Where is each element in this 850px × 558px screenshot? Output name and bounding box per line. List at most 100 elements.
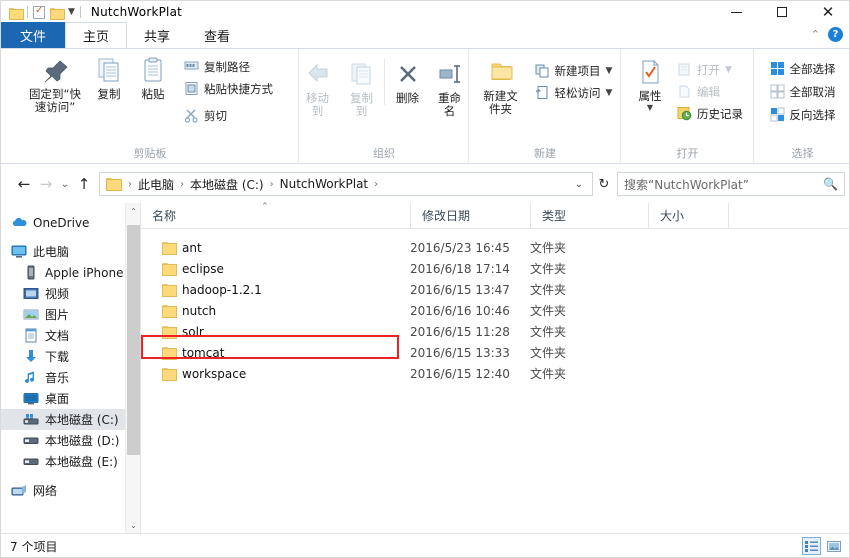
open-button[interactable]: 打开 ▼ bbox=[674, 60, 746, 79]
sidebar-item-apple-iphone[interactable]: Apple iPhone bbox=[1, 262, 140, 283]
minimize-button[interactable] bbox=[713, 1, 759, 23]
folder-icon bbox=[162, 241, 177, 255]
scroll-up-icon[interactable]: ⌃ bbox=[126, 203, 140, 219]
sidebar-scrollbar[interactable]: ⌃ ⌄ bbox=[125, 203, 140, 533]
recent-locations-button[interactable]: ⌄ bbox=[57, 172, 73, 196]
separator bbox=[27, 6, 28, 18]
invert-selection-button[interactable]: 反向选择 bbox=[767, 105, 839, 124]
table-row[interactable]: eclipse 2016/6/18 17:14 文件夹 bbox=[141, 258, 849, 279]
copy-button[interactable]: 复制 bbox=[87, 55, 131, 101]
breadcrumb-drive-c[interactable]: 本地磁盘 (C:) bbox=[189, 176, 265, 193]
copy-to-button[interactable]: 复制到 bbox=[340, 59, 384, 118]
sidebar-item-desktop[interactable]: 桌面 bbox=[1, 388, 140, 409]
folder-icon bbox=[162, 367, 177, 381]
large-icons-view-button[interactable] bbox=[824, 537, 843, 555]
chevron-down-icon[interactable]: ▼ bbox=[68, 7, 75, 17]
table-row[interactable]: workspace 2016/6/15 12:40 文件夹 bbox=[141, 363, 849, 384]
sidebar-item-this-pc[interactable]: 此电脑 bbox=[1, 241, 140, 262]
folder-icon bbox=[162, 346, 177, 360]
details-view-button[interactable] bbox=[802, 537, 821, 555]
easy-access-button[interactable]: 轻松访问 ▼ bbox=[532, 83, 616, 102]
rename-button[interactable]: 重命名 bbox=[428, 59, 472, 118]
cut-button[interactable]: 剪切 bbox=[181, 106, 276, 125]
sidebar-item-documents[interactable]: 文档 bbox=[1, 325, 140, 346]
column-headers: 名称 ⌃ 修改日期 类型 大小 bbox=[141, 202, 849, 229]
address-dropdown-icon[interactable]: ⌄ bbox=[570, 179, 588, 190]
pin-icon bbox=[40, 55, 70, 85]
up-button[interactable]: ↑ bbox=[73, 172, 95, 196]
pictures-icon bbox=[23, 307, 39, 322]
table-row[interactable]: hadoop-1.2.1 2016/6/15 13:47 文件夹 bbox=[141, 279, 849, 300]
file-date-cell: 2016/6/16 10:46 bbox=[410, 303, 510, 318]
sidebar-item-videos[interactable]: 视频 bbox=[1, 283, 140, 304]
table-row[interactable]: solr 2016/6/15 11:28 文件夹 bbox=[141, 321, 849, 342]
invert-selection-icon bbox=[770, 107, 785, 122]
breadcrumb-current-folder[interactable]: NutchWorkPlat bbox=[279, 177, 370, 191]
breadcrumb-separator: › bbox=[180, 178, 185, 190]
collapse-ribbon-icon[interactable]: ⌃ bbox=[811, 28, 820, 41]
scissors-icon bbox=[184, 108, 199, 123]
new-item-button[interactable]: 新建项目 ▼ bbox=[532, 61, 616, 80]
tab-view[interactable]: 查看 bbox=[187, 22, 247, 48]
paste-label: 粘贴 bbox=[141, 87, 165, 101]
properties-button[interactable]: 属性 ▼ bbox=[628, 57, 672, 112]
scroll-down-icon[interactable]: ⌄ bbox=[126, 517, 140, 533]
search-input[interactable]: 搜索“NutchWorkPlat” bbox=[624, 176, 823, 193]
sidebar-item-drive-d[interactable]: 本地磁盘 (D:) bbox=[1, 430, 140, 451]
edit-icon bbox=[677, 84, 692, 99]
sidebar-item-drive-c[interactable]: 本地磁盘 (C:) bbox=[1, 409, 140, 430]
scrollbar-thumb[interactable] bbox=[127, 225, 140, 455]
paste-button[interactable]: 粘贴 bbox=[131, 55, 175, 101]
pin-to-quick-access-button[interactable]: 固定到“快速访问” bbox=[23, 55, 87, 114]
delete-button[interactable]: 删除 bbox=[383, 59, 428, 105]
table-row[interactable]: tomcat 2016/6/15 13:33 文件夹 bbox=[141, 342, 849, 363]
column-header-type[interactable]: 类型 bbox=[530, 202, 648, 229]
file-type-cell: 文件夹 bbox=[530, 283, 567, 297]
help-icon[interactable]: ? bbox=[828, 27, 843, 42]
close-button[interactable]: ✕ bbox=[805, 1, 849, 23]
search-box[interactable]: 搜索“NutchWorkPlat” 🔍 bbox=[617, 172, 845, 196]
paste-shortcut-button[interactable]: 粘贴快捷方式 bbox=[181, 79, 276, 98]
file-date-cell: 2016/6/18 17:14 bbox=[410, 261, 510, 276]
ribbon-group-open: 属性 ▼ 打开 ▼ 编辑 历史记录 打开 bbox=[621, 49, 754, 164]
select-all-button[interactable]: 全部选择 bbox=[767, 59, 839, 78]
sidebar-item-onedrive[interactable]: OneDrive bbox=[1, 212, 140, 233]
sidebar-item-network[interactable]: 网络 bbox=[1, 480, 140, 501]
copy-path-button[interactable]: 复制路径 bbox=[181, 57, 276, 76]
table-row[interactable]: ant 2016/5/23 16:45 文件夹 bbox=[141, 237, 849, 258]
delete-label: 删除 bbox=[396, 91, 419, 105]
new-folder-button[interactable]: 新建文件夹 bbox=[474, 57, 528, 116]
edit-button[interactable]: 编辑 bbox=[674, 82, 746, 101]
copy-path-label: 复制路径 bbox=[204, 59, 250, 74]
tab-file[interactable]: 文件 bbox=[1, 22, 66, 48]
tab-home[interactable]: 主页 bbox=[65, 22, 128, 48]
quick-access-toolbar: ▼ bbox=[1, 5, 81, 20]
properties-icon[interactable] bbox=[33, 5, 45, 19]
table-row[interactable]: nutch 2016/6/16 10:46 文件夹 bbox=[141, 300, 849, 321]
back-button[interactable]: ← bbox=[13, 172, 35, 196]
address-breadcrumb-bar[interactable]: › 此电脑 › 本地磁盘 (C:) › NutchWorkPlat › ⌄ bbox=[99, 172, 593, 196]
sidebar-item-music[interactable]: 音乐 bbox=[1, 367, 140, 388]
forward-button[interactable]: → bbox=[35, 172, 57, 196]
sidebar-item-downloads[interactable]: 下载 bbox=[1, 346, 140, 367]
sidebar-item-pictures[interactable]: 图片 bbox=[1, 304, 140, 325]
sidebar-label: Apple iPhone bbox=[45, 265, 124, 280]
move-to-button[interactable]: 移动到 bbox=[296, 59, 340, 118]
maximize-button[interactable] bbox=[759, 1, 805, 23]
folder-icon[interactable] bbox=[50, 7, 65, 20]
select-none-label: 全部取消 bbox=[789, 84, 836, 99]
breadcrumb-this-pc[interactable]: 此电脑 bbox=[137, 176, 175, 193]
sidebar-label: OneDrive bbox=[33, 215, 90, 230]
sidebar-item-drive-e[interactable]: 本地磁盘 (E:) bbox=[1, 451, 140, 472]
column-header-spare[interactable] bbox=[728, 202, 818, 229]
select-none-button[interactable]: 全部取消 bbox=[767, 82, 839, 101]
column-header-size[interactable]: 大小 bbox=[648, 202, 728, 229]
history-button[interactable]: 历史记录 bbox=[674, 104, 746, 123]
column-header-name[interactable]: 名称 ⌃ bbox=[141, 202, 410, 229]
folder-icon[interactable] bbox=[9, 7, 24, 20]
tab-share[interactable]: 共享 bbox=[127, 22, 187, 48]
sidebar-label: 此电脑 bbox=[33, 245, 70, 259]
music-icon bbox=[23, 370, 39, 385]
column-header-date[interactable]: 修改日期 bbox=[410, 202, 530, 229]
refresh-button[interactable]: ↻ bbox=[593, 172, 615, 196]
